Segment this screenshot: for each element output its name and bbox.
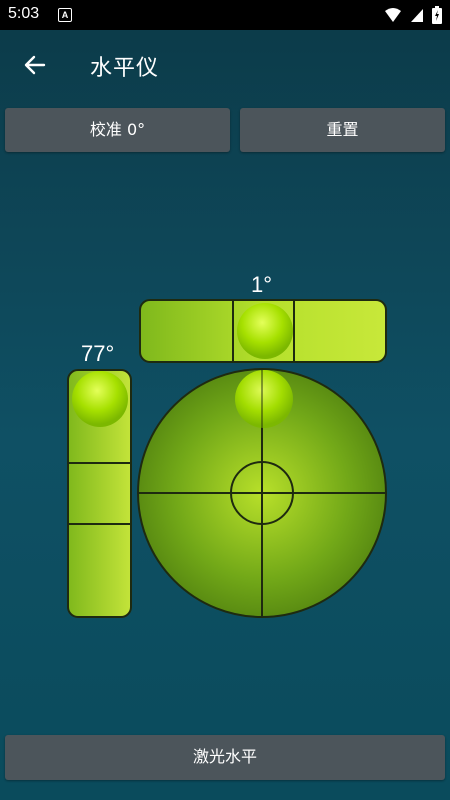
vertical-level-tube — [67, 369, 132, 618]
level-gauges — [67, 299, 387, 618]
bullseye-level — [137, 368, 387, 618]
horizontal-bubble — [237, 303, 293, 359]
laser-level-button[interactable]: 激光水平 — [5, 735, 445, 780]
bullseye-bubble — [235, 370, 293, 428]
vertical-bubble — [72, 371, 128, 427]
horizontal-level-tube — [139, 299, 387, 363]
